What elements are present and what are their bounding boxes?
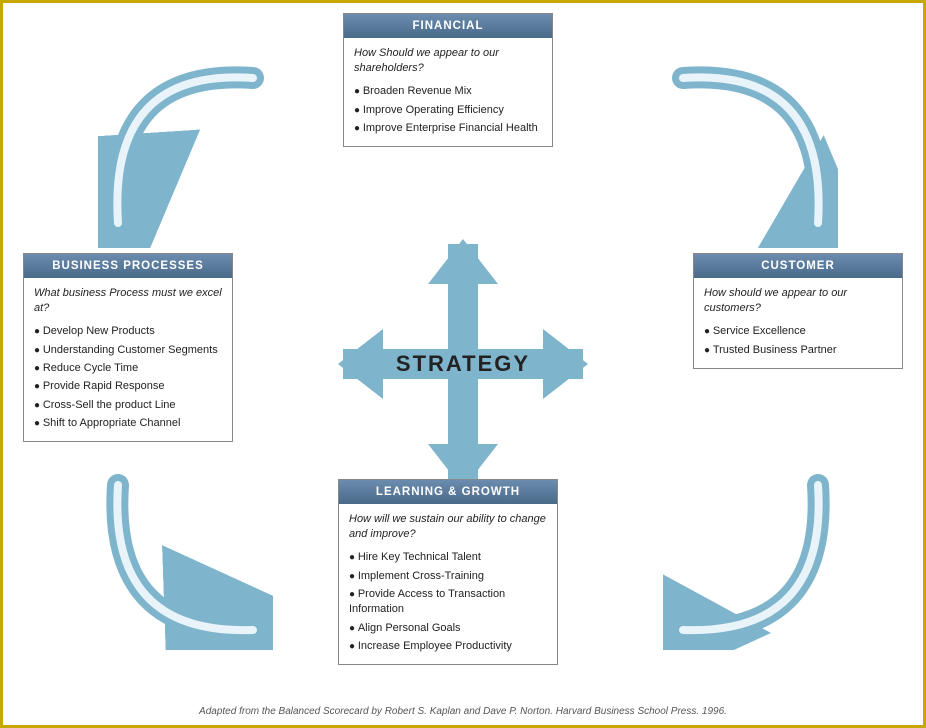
- list-item: Implement Cross-Training: [349, 567, 547, 585]
- list-item: Improve Operating Efficiency: [354, 101, 542, 119]
- financial-body: How Should we appear to our shareholders…: [344, 38, 552, 146]
- curved-arrow-top-right: [663, 58, 838, 248]
- curved-arrow-bottom-right: [663, 460, 838, 650]
- business-list: Develop New Products Understanding Custo…: [34, 323, 222, 433]
- list-item: Align Personal Goals: [349, 619, 547, 637]
- learning-header: LEARNING & GROWTH: [339, 480, 557, 504]
- list-item: Trusted Business Partner: [704, 341, 892, 359]
- list-item: Understanding Customer Segments: [34, 341, 222, 359]
- learning-list: Hire Key Technical Talent Implement Cros…: [349, 549, 547, 656]
- list-item: Service Excellence: [704, 323, 892, 341]
- list-item: Increase Employee Productivity: [349, 638, 547, 656]
- citation: Adapted from the Balanced Scorecard by R…: [3, 706, 923, 717]
- business-body: What business Process must we excel at? …: [24, 278, 232, 441]
- customer-header: CUSTOMER: [694, 254, 902, 278]
- learning-box: LEARNING & GROWTH How will we sustain ou…: [338, 479, 558, 665]
- customer-question: How should we appear to our customers?: [704, 286, 892, 317]
- financial-header: FINANCIAL: [344, 14, 552, 38]
- list-item: Hire Key Technical Talent: [349, 549, 547, 567]
- customer-body: How should we appear to our customers? S…: [694, 278, 902, 368]
- list-item: Shift to Appropriate Channel: [34, 415, 222, 433]
- curved-arrow-top-left: [98, 58, 273, 248]
- list-item: Broaden Revenue Mix: [354, 83, 542, 101]
- list-item: Develop New Products: [34, 323, 222, 341]
- financial-question: How Should we appear to our shareholders…: [354, 46, 542, 77]
- list-item: Provide Access to Transaction Informatio…: [349, 585, 547, 619]
- business-question: What business Process must we excel at?: [34, 286, 222, 317]
- customer-box: CUSTOMER How should we appear to our cus…: [693, 253, 903, 369]
- list-item: Reduce Cycle Time: [34, 360, 222, 378]
- learning-question: How will we sustain our ability to chang…: [349, 512, 547, 543]
- business-header: BUSINESS PROCESSES: [24, 254, 232, 278]
- learning-body: How will we sustain our ability to chang…: [339, 504, 557, 664]
- financial-box: FINANCIAL How Should we appear to our sh…: [343, 13, 553, 147]
- customer-list: Service Excellence Trusted Business Part…: [704, 323, 892, 360]
- list-item: Provide Rapid Response: [34, 378, 222, 396]
- curved-arrow-bottom-left: [98, 460, 273, 650]
- strategy-label: STRATEGY: [396, 351, 530, 377]
- financial-list: Broaden Revenue Mix Improve Operating Ef…: [354, 83, 542, 138]
- business-box: BUSINESS PROCESSES What business Process…: [23, 253, 233, 442]
- list-item: Cross-Sell the product Line: [34, 396, 222, 414]
- list-item: Improve Enterprise Financial Health: [354, 120, 542, 138]
